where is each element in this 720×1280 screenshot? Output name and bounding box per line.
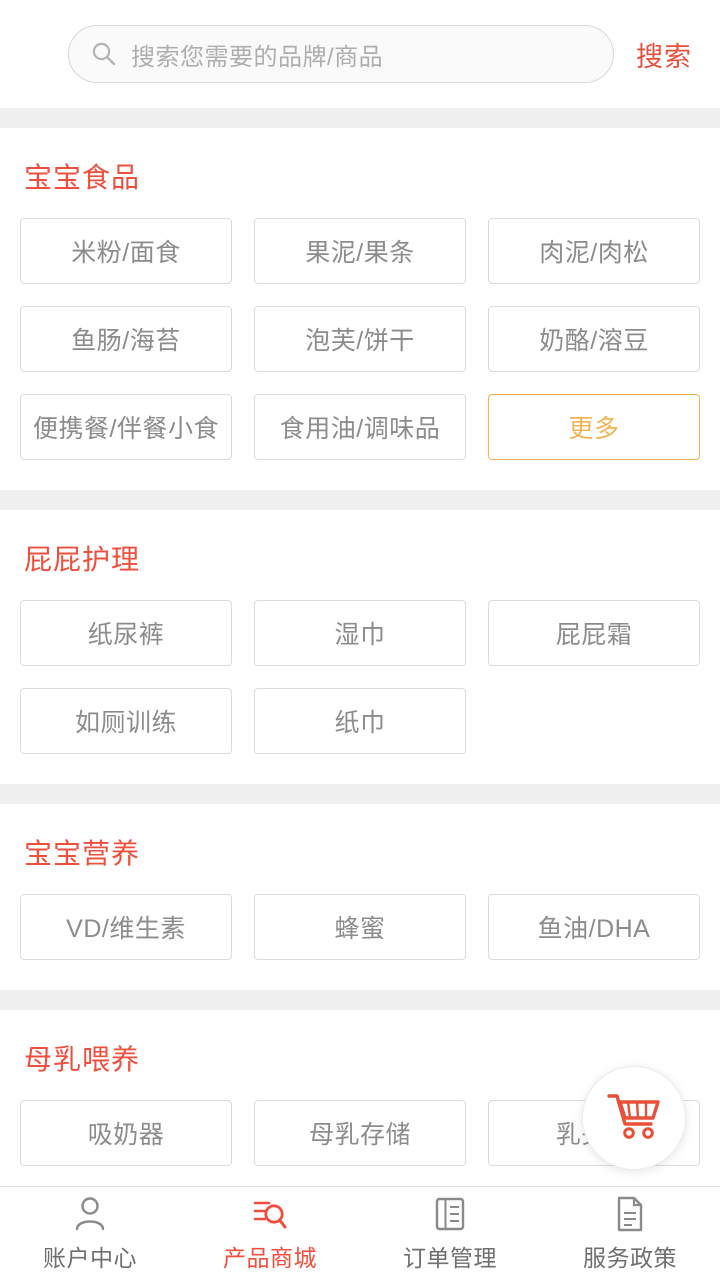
search-bar: 搜索您需要的品牌/商品 搜索 [0,0,720,108]
category-chip-grid: VD/维生素 蜂蜜 鱼油/DHA [20,894,700,990]
category-scroll-area[interactable]: 宝宝食品 米粉/面食 果泥/果条 肉泥/肉松 鱼肠/海苔 泡芙/饼干 奶酪/溶豆… [0,108,720,1186]
app-screen: 搜索您需要的品牌/商品 搜索 宝宝食品 米粉/面食 果泥/果条 肉泥/肉松 鱼肠… [0,0,720,1280]
category-chip[interactable]: 母乳存储 [254,1100,466,1166]
user-icon [73,1195,107,1233]
section-divider [0,490,720,510]
tab-label: 服务政策 [583,1244,677,1271]
category-chip[interactable]: 蜂蜜 [254,894,466,960]
category-section-nutrition: 宝宝营养 VD/维生素 蜂蜜 鱼油/DHA [0,804,720,990]
store-search-icon [252,1195,288,1233]
category-chip[interactable]: 吸奶器 [20,1100,232,1166]
category-chip[interactable]: 鱼肠/海苔 [20,306,232,372]
order-list-icon [434,1195,466,1233]
category-chip[interactable]: 米粉/面食 [20,218,232,284]
category-chip[interactable]: 肉泥/肉松 [488,218,700,284]
section-title: 宝宝食品 [24,162,141,193]
shopping-cart-icon [606,1090,662,1147]
section-title: 宝宝营养 [24,838,141,869]
category-chip[interactable]: 奶酪/溶豆 [488,306,700,372]
category-chip[interactable]: 便携餐/伴餐小食 [20,394,232,460]
category-chip[interactable]: 纸尿裤 [20,600,232,666]
category-chip-grid: 米粉/面食 果泥/果条 肉泥/肉松 鱼肠/海苔 泡芙/饼干 奶酪/溶豆 便携餐/… [20,218,700,490]
tab-service-policy[interactable]: 服务政策 [540,1187,720,1280]
category-chip[interactable]: 果泥/果条 [254,218,466,284]
category-chip[interactable]: 如厕训练 [20,688,232,754]
search-input[interactable]: 搜索您需要的品牌/商品 [68,25,614,83]
tab-order-management[interactable]: 订单管理 [360,1187,540,1280]
category-section-diaper-care: 屁屁护理 纸尿裤 湿巾 屁屁霜 如厕训练 纸巾 [0,510,720,784]
category-chip[interactable]: 泡芙/饼干 [254,306,466,372]
section-title: 屁屁护理 [24,544,141,575]
category-chip-grid: 纸尿裤 湿巾 屁屁霜 如厕训练 纸巾 [20,600,700,784]
category-chip[interactable]: 湿巾 [254,600,466,666]
cart-floating-button[interactable] [582,1066,686,1170]
tab-account-center[interactable]: 账户中心 [0,1187,180,1280]
search-placeholder: 搜索您需要的品牌/商品 [131,43,384,71]
category-chip[interactable]: 屁屁霜 [488,600,700,666]
document-icon [615,1195,645,1233]
section-divider [0,108,720,128]
category-chip[interactable]: VD/维生素 [20,894,232,960]
bottom-tab-bar: 账户中心 产品商城 订单管理 服务政策 [0,1186,720,1280]
tab-label: 订单管理 [403,1244,497,1271]
tab-label: 产品商城 [223,1244,317,1271]
section-divider [0,784,720,804]
search-icon [91,41,117,67]
tab-label: 账户中心 [43,1244,137,1271]
category-section-baby-food: 宝宝食品 米粉/面食 果泥/果条 肉泥/肉松 鱼肠/海苔 泡芙/饼干 奶酪/溶豆… [0,128,720,490]
category-chip-more[interactable]: 更多 [488,394,700,460]
category-chip[interactable]: 纸巾 [254,688,466,754]
section-divider [0,990,720,1010]
search-button[interactable]: 搜索 [632,35,698,74]
category-chip[interactable]: 鱼油/DHA [488,894,700,960]
category-chip[interactable]: 食用油/调味品 [254,394,466,460]
tab-product-mall[interactable]: 产品商城 [180,1187,360,1280]
